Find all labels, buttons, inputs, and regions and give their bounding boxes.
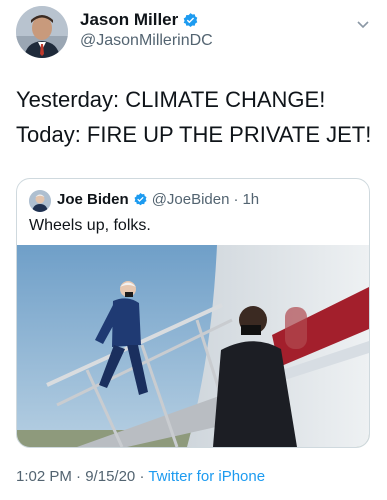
quoted-header: Joe Biden @JoeBiden · 1h [57,191,259,208]
author-name[interactable]: Jason Miller [80,10,178,30]
author-name-row[interactable]: Jason Miller [80,10,199,30]
tweet-text: Yesterday: CLIMATE CHANGE! Today: FIRE U… [16,82,376,152]
meta-separator-2: · [139,468,145,485]
author-avatar[interactable] [16,6,68,58]
chevron-down-icon[interactable] [355,16,371,32]
author-avatar-image [16,6,68,58]
tweet-line-2: Today: FIRE UP THE PRIVATE JET! [16,122,372,147]
tweet-date[interactable]: 9/15/20 [85,468,135,485]
meta-separator-1: · [76,468,82,485]
quoted-verified-badge-icon [134,192,147,206]
quoted-author-name[interactable]: Joe Biden [57,191,129,208]
quoted-author-handle[interactable]: @JoeBiden [152,191,230,208]
tweet-time[interactable]: 1:02 PM [16,468,72,485]
quoted-author-avatar-image [29,190,51,212]
quoted-author-avatar[interactable] [29,190,51,212]
tweet-line-1: Yesterday: CLIMATE CHANGE! [16,87,326,112]
quoted-separator: · [233,191,239,208]
tweet-meta: 1:02 PM · 9/15/20 · Twitter for iPhone [16,468,265,485]
verified-badge-icon [183,12,198,27]
quoted-timestamp[interactable]: 1h [242,191,259,208]
author-handle[interactable]: @JasonMillerinDC [80,32,213,50]
tweet-source-link[interactable]: Twitter for iPhone [148,468,265,485]
quoted-tweet-text: Wheels up, folks. [29,217,151,234]
quoted-tweet-card[interactable]: Joe Biden @JoeBiden · 1h Wheels up, folk… [16,178,370,448]
quoted-photo[interactable] [17,245,369,447]
